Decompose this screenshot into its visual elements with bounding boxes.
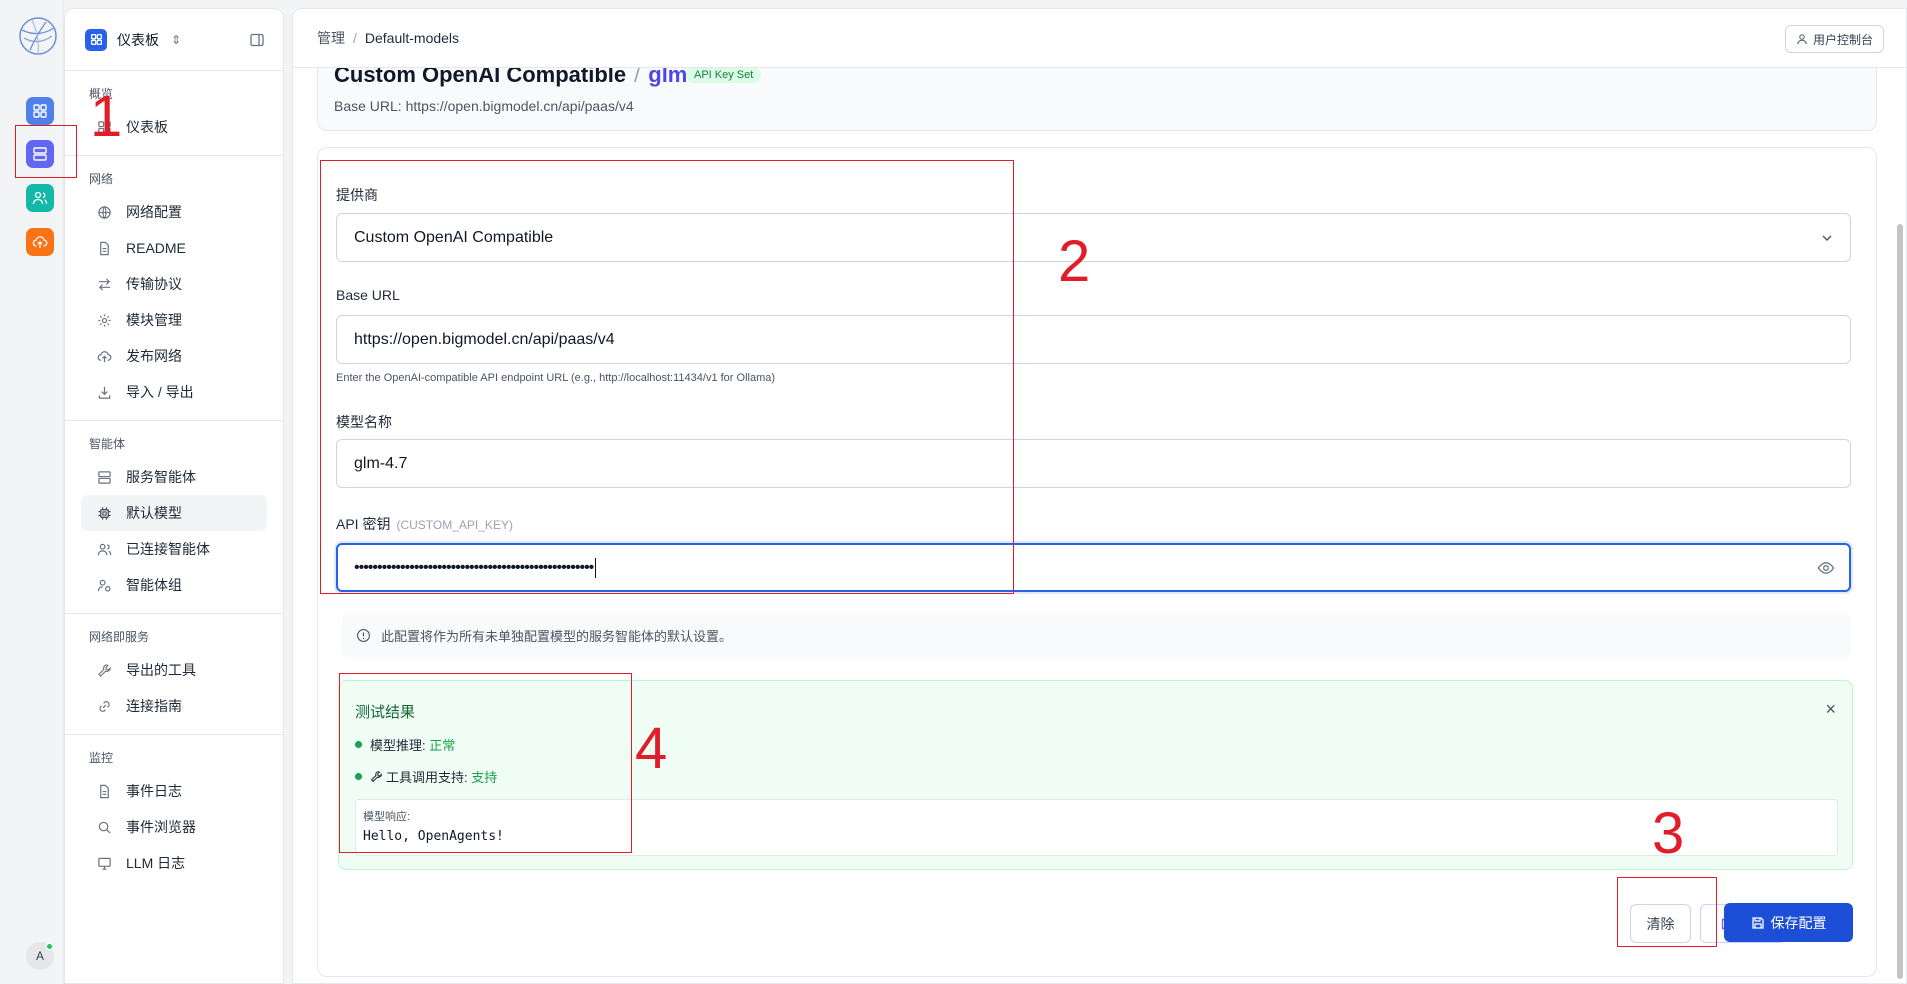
dashboard-icon [33, 104, 47, 118]
save-config-button[interactable]: 保存配置 [1724, 903, 1853, 942]
sidebar-item-label: 已连接智能体 [126, 541, 210, 557]
app-logo-icon[interactable] [18, 16, 58, 56]
eye-icon[interactable] [1817, 559, 1835, 577]
globe-icon [98, 205, 111, 219]
rail-dashboard-button[interactable] [26, 97, 54, 125]
info-icon [357, 628, 370, 642]
sidebar-item-network-config[interactable]: 网络配置 [81, 194, 267, 230]
sidebar-item-label: 导出的工具 [126, 662, 196, 678]
save-config-label: 保存配置 [1770, 914, 1827, 931]
annotation-number-1: 1 [90, 84, 123, 149]
chevron-updown-icon: ⇕ [171, 32, 182, 47]
sidebar-item-publish[interactable]: 发布网络 [81, 338, 267, 374]
sidebar-item-label: 事件日志 [126, 783, 182, 799]
breadcrumb: 管理 / Default-models [317, 28, 459, 48]
server-icon [98, 470, 111, 484]
sidebar-item-label: 模块管理 [126, 312, 182, 328]
sidebar-item-label: README [126, 240, 186, 256]
sidebar-item-import-export[interactable]: 导入 / 导出 [81, 374, 267, 410]
rail-publish-button[interactable] [26, 228, 54, 256]
top-bar: 管理 / Default-models 用户控制台 [293, 9, 1906, 68]
cloud-upload-icon [32, 236, 48, 248]
summary-base-url: Base URL: https://open.bigmodel.cn/api/p… [334, 98, 634, 114]
sidebar-section-title: 智能体 [89, 437, 126, 451]
annotation-number-4: 4 [635, 716, 668, 781]
default-config-note-text: 此配置将作为所有未单独配置模型的服务智能体的默认设置。 [381, 628, 733, 644]
annotation-number-2: 2 [1058, 229, 1091, 294]
monitor-icon [98, 857, 111, 870]
sidebar-section-network: 网络 网络配置 README 传输协议 模块管理 发布网络 导入 / 导出 [65, 156, 283, 421]
sidebar-item-transport[interactable]: 传输协议 [81, 266, 267, 302]
sidebar-item-agent-groups[interactable]: 智能体组 [81, 567, 267, 603]
sidebar-item-label: 连接指南 [126, 698, 182, 714]
sidebar-item-service-agents[interactable]: 服务智能体 [81, 459, 267, 495]
search-icon [98, 821, 111, 834]
upload-icon [97, 350, 112, 362]
chip-icon [98, 506, 111, 520]
breadcrumb-current: Default-models [364, 30, 460, 46]
save-icon [1751, 916, 1764, 929]
online-status-dot [46, 943, 53, 950]
chevron-down-icon [1822, 235, 1832, 241]
sidebar-item-label: 导入 / 导出 [126, 384, 194, 400]
annotation-box-1 [15, 125, 77, 178]
sidebar: 仪表板 ⇕ 概览 仪表板 网络 网络配置 README 传输协议 模块管理 发布… [64, 8, 284, 984]
dashboard-icon [85, 28, 107, 51]
user-icon [1797, 34, 1807, 45]
download-icon [98, 386, 111, 399]
group-icon [97, 579, 111, 592]
users-icon [32, 191, 48, 205]
link-icon [99, 700, 110, 712]
user-console-label: 用户控制台 [1812, 32, 1873, 47]
breadcrumb-root[interactable]: 管理 [317, 30, 345, 46]
sidebar-item-label: LLM 日志 [126, 855, 186, 871]
sidebar-item-connected-agents[interactable]: 已连接智能体 [81, 531, 267, 567]
sidebar-item-event-log[interactable]: 事件日志 [81, 773, 267, 809]
sidebar-item-label: 发布网络 [126, 348, 182, 364]
annotation-number-3: 3 [1652, 801, 1685, 866]
api-key-set-badge: API Key Set [686, 67, 762, 83]
annotation-box-3 [1617, 877, 1717, 947]
gear-icon [98, 313, 111, 327]
breadcrumb-separator: / [353, 30, 357, 46]
sidebar-item-exported-tools[interactable]: 导出的工具 [81, 652, 267, 688]
close-icon[interactable]: × [1825, 699, 1836, 720]
scrollbar-thumb[interactable] [1897, 224, 1903, 979]
user-console-button[interactable]: 用户控制台 [1784, 25, 1884, 53]
sidebar-item-event-browser[interactable]: 事件浏览器 [81, 809, 267, 845]
sidebar-item-llm-logs[interactable]: LLM 日志 [81, 845, 267, 881]
sidebar-collapse-icon[interactable] [249, 32, 265, 48]
sidebar-section-title: 监控 [89, 751, 114, 765]
sidebar-item-label: 网络配置 [126, 204, 182, 220]
sidebar-section-monitoring: 监控 事件日志 事件浏览器 LLM 日志 [65, 735, 283, 891]
annotation-box-2 [320, 160, 1014, 594]
file-icon [100, 241, 109, 255]
sidebar-item-modules[interactable]: 模块管理 [81, 302, 267, 338]
default-config-note: 此配置将作为所有未单独配置模型的服务智能体的默认设置。 [342, 613, 1851, 657]
file-icon [100, 784, 109, 798]
sidebar-item-label: 传输协议 [126, 276, 182, 292]
sidebar-item-label: 服务智能体 [126, 469, 196, 485]
rail-agents-button[interactable] [26, 184, 54, 212]
sidebar-section-agents: 智能体 服务智能体 默认模型 已连接智能体 智能体组 [65, 421, 283, 614]
sidebar-section-title: 网络 [89, 172, 114, 186]
app-name: 仪表板 [117, 31, 159, 48]
sidebar-item-label: 默认模型 [126, 505, 182, 521]
sidebar-item-connection-guide[interactable]: 连接指南 [81, 688, 267, 724]
app-switcher[interactable]: 仪表板 ⇕ [65, 9, 283, 71]
users-icon [97, 543, 112, 555]
sidebar-section-title: 网络即服务 [89, 630, 150, 644]
annotation-box-4 [339, 673, 632, 853]
wrench-icon [98, 663, 111, 677]
sidebar-item-label: 智能体组 [126, 577, 182, 593]
arrows-icon [98, 277, 111, 291]
sidebar-item-label: 仪表板 [126, 119, 168, 135]
sidebar-section-naas: 网络即服务 导出的工具 连接指南 [65, 614, 283, 735]
sidebar-item-readme[interactable]: README [81, 230, 267, 266]
sidebar-item-default-models[interactable]: 默认模型 [81, 495, 267, 531]
sidebar-item-label: 事件浏览器 [126, 819, 196, 835]
